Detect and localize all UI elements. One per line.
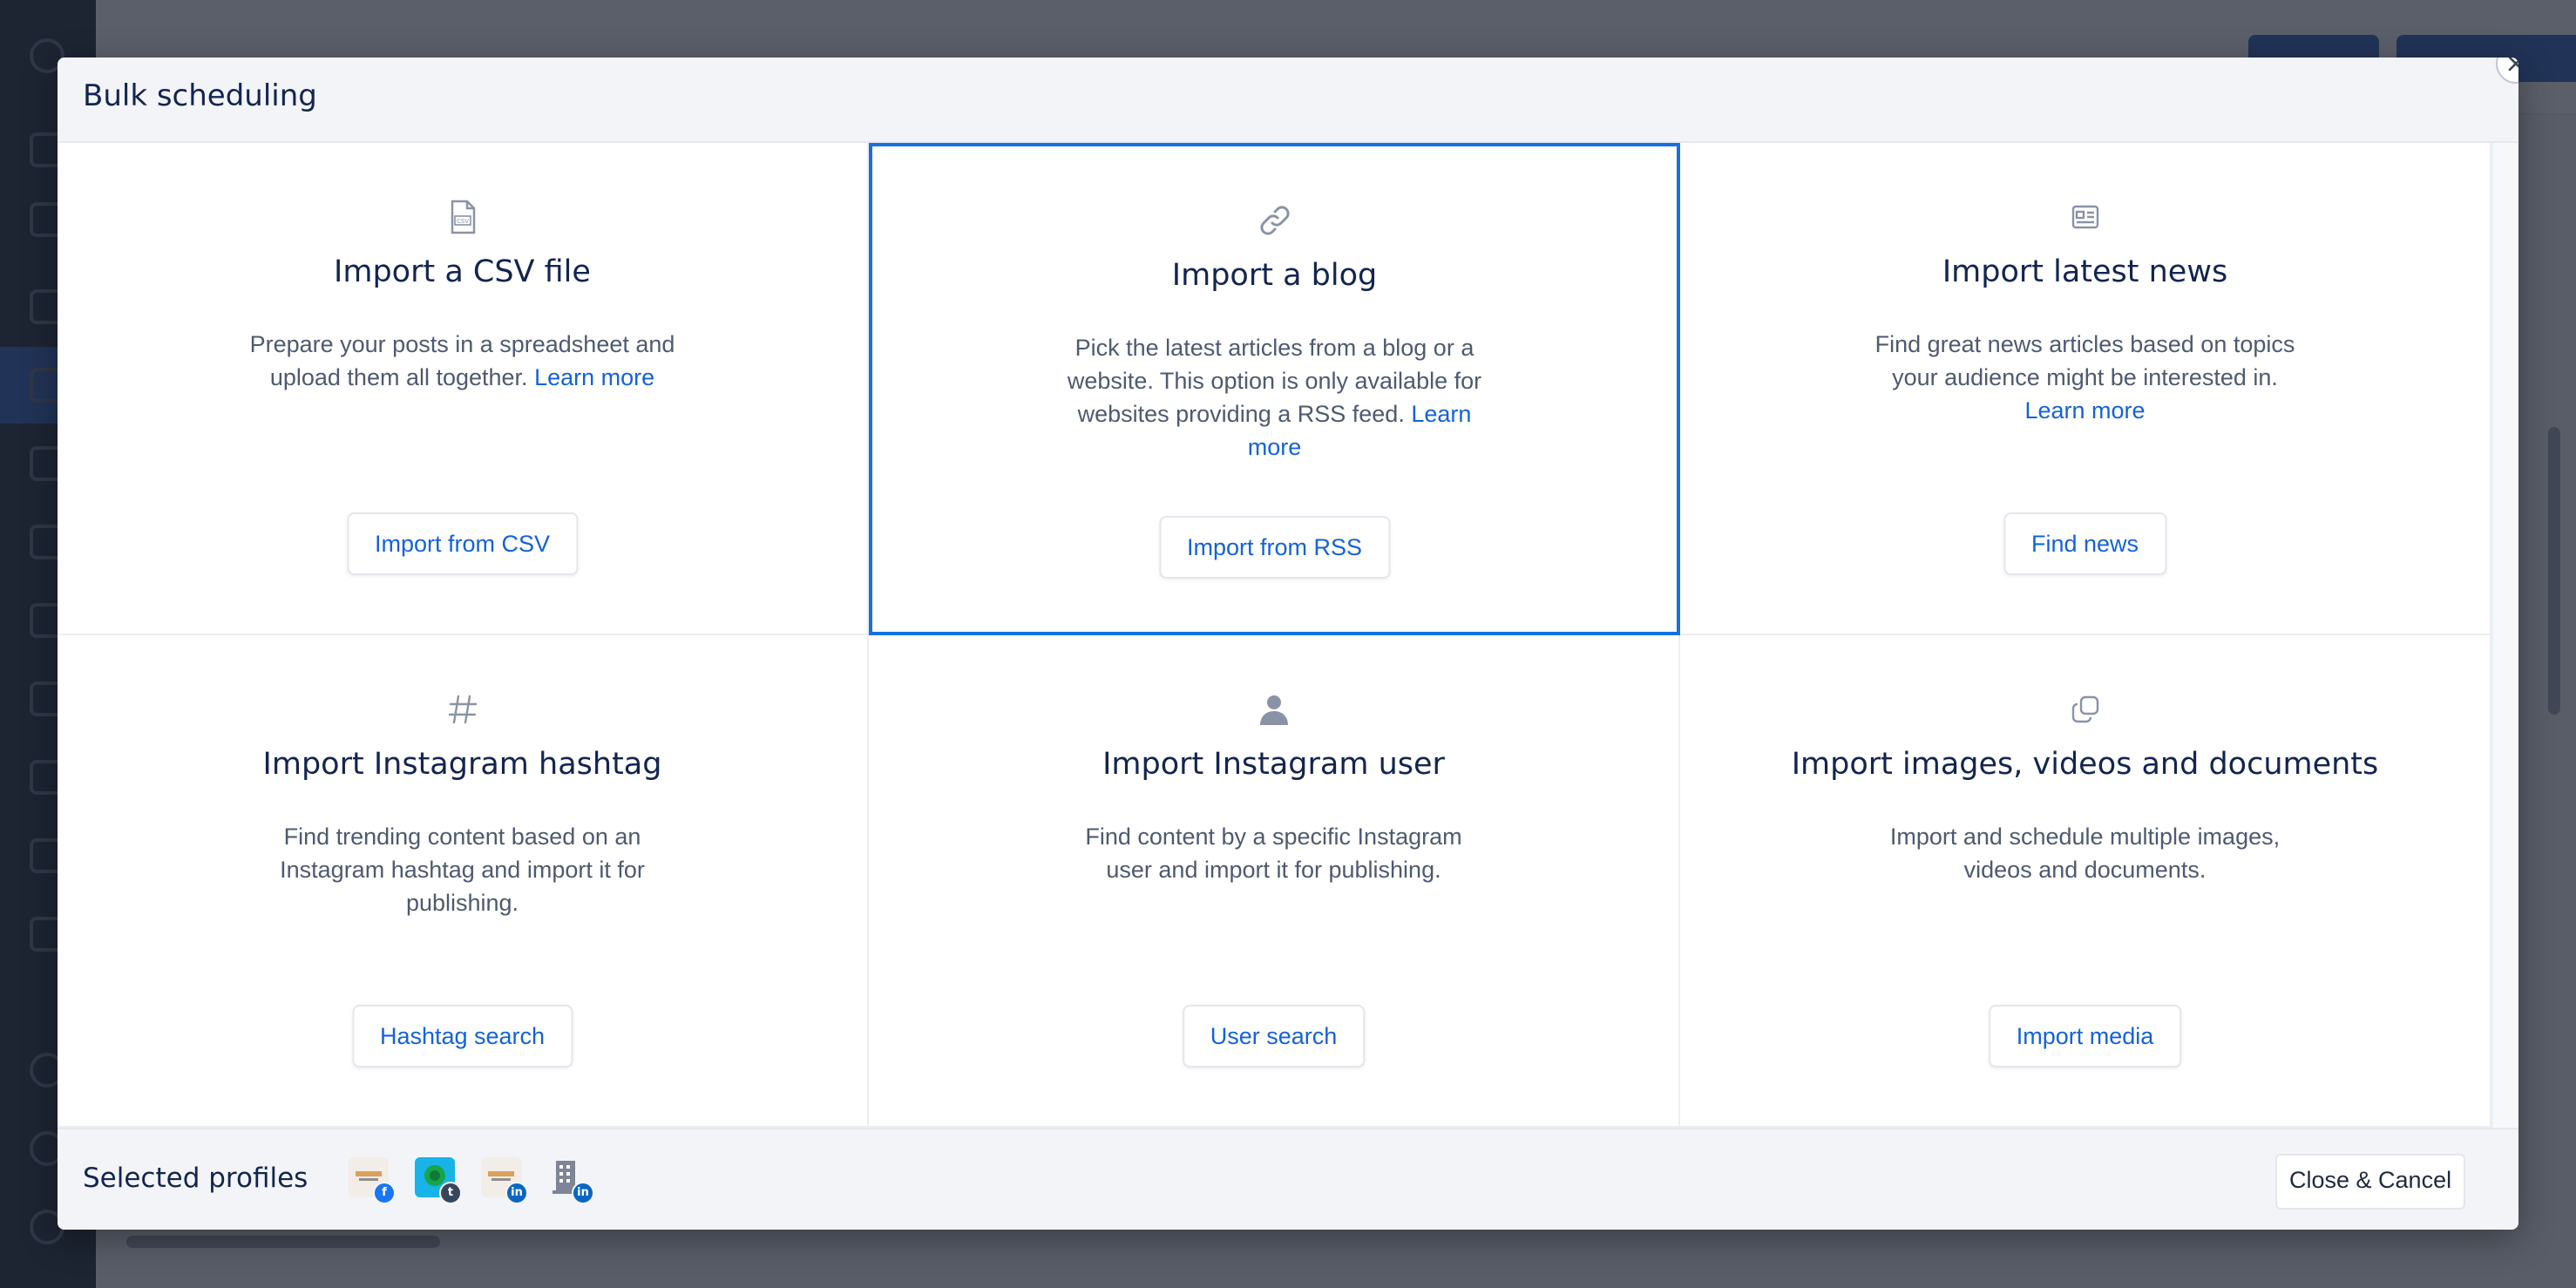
modal-title: Bulk scheduling xyxy=(83,78,317,113)
option-card-blog[interactable]: Import a blog Pick the latest articles f… xyxy=(869,143,1680,635)
option-description: Pick the latest articles from a blog or … xyxy=(1067,335,1482,460)
import-from-rss-button[interactable]: Import from RSS xyxy=(1158,516,1391,579)
hashtag-search-button[interactable]: Hashtag search xyxy=(351,1005,573,1068)
option-card-user[interactable]: Import Instagram user Find content by a … xyxy=(869,635,1680,1128)
option-description: Find content by a specific Instagram use… xyxy=(1085,824,1462,883)
csv-file-icon: CSV xyxy=(443,197,483,237)
option-description: Import and schedule multiple images, vid… xyxy=(1889,824,2281,883)
user-search-button[interactable]: User search xyxy=(1182,1005,1366,1068)
bulk-scheduling-modal: Bulk scheduling CSV Import a CSV file Pr… xyxy=(58,58,2518,1230)
profile-avatar-linkedin[interactable]: in xyxy=(481,1157,528,1204)
option-title: Import a CSV file xyxy=(334,254,591,289)
modal-footer: Selected profiles f t in in Close & Canc… xyxy=(58,1128,2518,1230)
modal-scrollbar[interactable] xyxy=(2491,143,2518,1128)
option-description: Find trending content based on an Instag… xyxy=(280,824,645,916)
close-icon xyxy=(2508,58,2518,71)
profile-avatar-tumblr[interactable]: t xyxy=(415,1157,462,1204)
option-title: Import Instagram hashtag xyxy=(262,747,662,782)
hashtag-icon xyxy=(443,689,483,729)
linkedin-badge-icon: in xyxy=(505,1182,528,1204)
link-icon xyxy=(1255,200,1295,241)
option-card-csv[interactable]: CSV Import a CSV file Prepare your posts… xyxy=(58,143,869,635)
modal-header: Bulk scheduling xyxy=(58,58,2518,143)
option-card-media[interactable]: Import images, videos and documents Impo… xyxy=(1680,635,2491,1128)
option-title: Import Instagram user xyxy=(1102,747,1445,782)
option-title: Import latest news xyxy=(1942,254,2228,289)
newspaper-icon xyxy=(2065,197,2105,237)
option-card-news[interactable]: Import latest news Find great news artic… xyxy=(1680,143,2491,635)
option-title: Import a blog xyxy=(1171,258,1378,293)
learn-more-link[interactable]: Learn more xyxy=(2024,397,2145,424)
user-icon xyxy=(1254,689,1294,729)
option-card-hashtag[interactable]: Import Instagram hashtag Find trending c… xyxy=(58,635,869,1128)
svg-text:CSV: CSV xyxy=(456,218,468,225)
option-description: Prepare your posts in a spreadsheet and … xyxy=(249,331,675,390)
import-from-csv-button[interactable]: Import from CSV xyxy=(346,512,579,575)
selected-profiles-label: Selected profiles xyxy=(83,1163,308,1194)
copy-icon xyxy=(2065,689,2105,729)
find-news-button[interactable]: Find news xyxy=(2003,512,2167,575)
tumblr-badge-icon: t xyxy=(439,1182,462,1204)
profile-avatar-facebook[interactable]: f xyxy=(349,1157,396,1204)
linkedin-badge-icon: in xyxy=(572,1182,594,1204)
facebook-badge-icon: f xyxy=(373,1182,396,1204)
option-title: Import images, videos and documents xyxy=(1791,747,2379,782)
learn-more-link[interactable]: Learn more xyxy=(534,364,654,390)
import-media-button[interactable]: Import media xyxy=(1988,1005,2182,1068)
import-options-grid: CSV Import a CSV file Prepare your posts… xyxy=(58,143,2491,1128)
profile-avatar-linkedin-company[interactable]: in xyxy=(547,1157,594,1204)
close-cancel-button[interactable]: Close & Cancel xyxy=(2275,1154,2466,1210)
option-description: Find great news articles based on topics… xyxy=(1874,331,2295,424)
